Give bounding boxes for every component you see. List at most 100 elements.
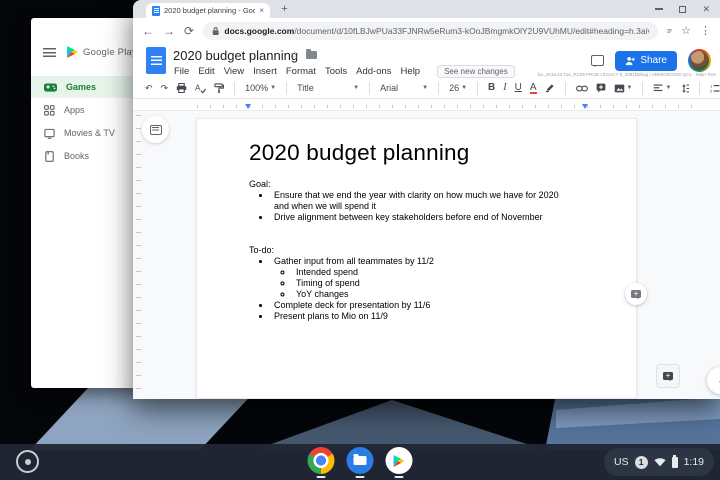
insert-link-button[interactable] [576, 85, 588, 92]
running-indicator [356, 476, 365, 478]
document-area: 2020 budget planning Goal: Ensure that w… [133, 99, 720, 399]
tab-close-icon[interactable]: × [259, 7, 264, 15]
play-logo-text: Google Play [83, 47, 137, 58]
horizontal-ruler[interactable] [133, 99, 720, 111]
sidebar-item-movies-tv[interactable]: Movies & TV [31, 122, 140, 144]
docs-header: 2020 budget planning ☆ File Edit View In… [133, 44, 720, 78]
vertical-ruler [136, 115, 141, 399]
paint-format-button[interactable] [214, 83, 224, 94]
highlight-button[interactable] [545, 83, 555, 93]
menu-addons[interactable]: Add-ons [356, 66, 391, 77]
shelf-chrome-app[interactable] [308, 447, 335, 478]
sidebar-item-books[interactable]: Books [31, 145, 140, 167]
add-comment-button[interactable] [596, 83, 606, 93]
docs-logo-icon[interactable] [146, 47, 166, 74]
share-button[interactable]: Share [615, 51, 677, 71]
reload-button[interactable]: ⟳ [184, 25, 194, 37]
line-spacing-button[interactable] [679, 84, 689, 93]
add-comment-hover-button[interactable] [625, 283, 647, 305]
chrome-icon [308, 447, 335, 474]
share-person-icon [625, 56, 635, 66]
comment-fab-button[interactable] [656, 364, 680, 388]
window-minimize-button[interactable] [655, 8, 663, 10]
browser-tab[interactable]: 2020 budget planning - Google D × [146, 3, 270, 18]
browser-menu-icon[interactable]: ⋮ [700, 26, 711, 37]
comment-plus-icon [596, 83, 606, 93]
share-label: Share [640, 55, 667, 66]
new-tab-button[interactable]: + [278, 3, 291, 16]
see-new-changes-button[interactable]: See new changes [437, 65, 515, 78]
goal-list: Ensure that we end the year with clarity… [249, 190, 571, 223]
document-page[interactable]: 2020 budget planning Goal: Ensure that w… [196, 118, 637, 399]
text-color-button[interactable]: A [530, 83, 537, 94]
redo-button[interactable]: ↷ [161, 84, 169, 93]
spellcheck-button[interactable]: A [195, 83, 206, 94]
show-outline-button[interactable] [142, 116, 169, 143]
window-maximize-button[interactable] [679, 6, 686, 13]
sidebar-item-label: Games [66, 82, 96, 92]
line-spacing-icon [679, 84, 689, 93]
browser-navbar: ← → ⟳ docs.google.com/document/d/10fLBJw… [133, 18, 720, 44]
menu-view[interactable]: View [224, 66, 244, 77]
link-icon [576, 85, 588, 92]
back-button[interactable]: ← [142, 25, 154, 37]
url-text: docs.google.com/document/d/10fLBJwPUa33F… [224, 26, 649, 36]
running-indicator [317, 476, 326, 478]
list-item: Intended spend [293, 267, 571, 278]
launcher-button[interactable] [16, 450, 39, 473]
menu-insert[interactable]: Insert [253, 66, 277, 77]
todo-list: Gather input from all teammates by 11/2 … [249, 256, 571, 322]
window-close-button[interactable]: ✕ [702, 5, 710, 14]
menu-edit[interactable]: Edit [198, 66, 214, 77]
indent-marker-left[interactable] [245, 104, 251, 109]
google-play-window[interactable]: Google Play Games Apps [31, 18, 140, 388]
menu-tools[interactable]: Tools [325, 66, 347, 77]
indent-marker-right[interactable] [582, 104, 588, 109]
print-button[interactable] [176, 83, 187, 93]
sidebar-item-games[interactable]: Games [31, 76, 143, 98]
align-button[interactable]: ▼ [653, 84, 671, 93]
movies-tv-icon [44, 128, 55, 139]
paragraph-style-select[interactable]: Title▼ [297, 84, 359, 93]
explore-button[interactable]: ‹ [707, 367, 720, 394]
address-bar[interactable]: docs.google.com/document/d/10fLBJwPUa33F… [203, 22, 658, 40]
goal-label: Goal: [249, 179, 584, 190]
url-domain: docs.google.com [224, 26, 294, 36]
list-item: YoY changes [293, 289, 571, 300]
reading-list-icon[interactable] [667, 26, 672, 36]
star-document-icon[interactable]: ☆ [290, 50, 299, 61]
font-size-select[interactable]: 26▼ [449, 84, 467, 93]
document-outline-icon [150, 125, 162, 135]
account-avatar[interactable] [688, 49, 711, 72]
bookmark-star-icon[interactable]: ☆ [681, 26, 691, 37]
wifi-icon [654, 457, 666, 467]
underline-button[interactable]: U [515, 83, 522, 93]
zoom-select[interactable]: 100%▼ [245, 84, 276, 93]
system-tray[interactable]: US 1 1:19 [604, 448, 714, 476]
undo-button[interactable]: ↶ [145, 84, 153, 93]
move-folder-icon[interactable] [306, 51, 317, 59]
spellcheck-icon: A [195, 83, 206, 94]
italic-button[interactable]: I [503, 83, 506, 93]
shelf-play-store-app[interactable] [386, 447, 413, 478]
tab-title: 2020 budget planning - Google D [164, 6, 255, 15]
document-title[interactable]: 2020 budget planning [173, 48, 298, 63]
forward-button[interactable]: → [163, 25, 175, 37]
svg-text:2: 2 [710, 88, 713, 92]
hamburger-menu-icon[interactable] [43, 48, 56, 57]
bold-button[interactable]: B [488, 83, 495, 93]
insert-image-button[interactable]: ▼ [614, 84, 633, 93]
sidebar-item-apps[interactable]: Apps [31, 99, 140, 121]
menu-help[interactable]: Help [401, 66, 421, 77]
font-select[interactable]: Arial▼ [380, 84, 428, 93]
numbered-list-button[interactable]: 1 2 ▼ [710, 84, 720, 93]
svg-text:1: 1 [710, 84, 713, 88]
notification-badge: 1 [635, 456, 648, 469]
docs-menubar: File Edit View Insert Format Tools Add-o… [174, 65, 515, 78]
shelf-files-app[interactable] [347, 447, 374, 478]
menu-file[interactable]: File [174, 66, 189, 77]
open-comments-icon[interactable] [591, 55, 604, 66]
running-indicator [395, 476, 404, 478]
chrome-browser-window[interactable]: 2020 budget planning - Google D × + ✕ ← … [133, 0, 720, 399]
menu-format[interactable]: Format [286, 66, 316, 77]
